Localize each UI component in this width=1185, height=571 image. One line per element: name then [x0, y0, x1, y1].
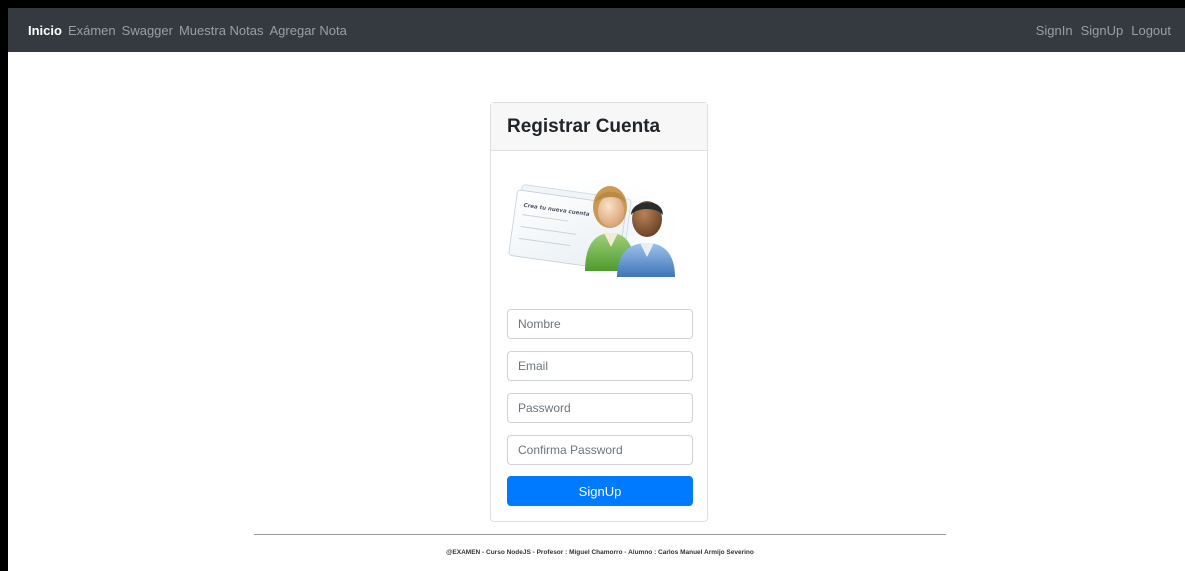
nav-link-signup[interactable]: SignUp — [1081, 23, 1124, 38]
nav-link-muestra-notas[interactable]: Muestra Notas — [179, 23, 264, 38]
nav-link-signin[interactable]: SignIn — [1036, 23, 1073, 38]
nav-link-swagger[interactable]: Swagger — [122, 23, 173, 38]
footer-credits: @EXAMEN - Curso NodeJS - Profesor : Migu… — [446, 549, 754, 556]
confirm-password-field[interactable] — [507, 435, 693, 465]
nombre-field[interactable] — [507, 309, 693, 339]
navbar-left-links: Inicio Exámen Swagger Muestra Notas Agre… — [28, 23, 353, 38]
nav-link-logout[interactable]: Logout — [1131, 23, 1171, 38]
nav-link-inicio[interactable]: Inicio — [28, 23, 62, 38]
nav-link-agregar-nota[interactable]: Agregar Nota — [270, 23, 347, 38]
email-field[interactable] — [507, 351, 693, 381]
card-title: Registrar Cuenta — [507, 115, 661, 137]
footer-divider — [254, 534, 946, 535]
card-header: Registrar Cuenta — [491, 103, 707, 151]
password-field[interactable] — [507, 393, 693, 423]
top-navbar: Inicio Exámen Swagger Muestra Notas Agre… — [8, 8, 1185, 52]
signup-button[interactable]: SignUp — [507, 476, 693, 506]
navbar-right-links: SignIn SignUp Logout — [1028, 23, 1171, 38]
new-account-users-icon: Crea tu nueva cuenta — [508, 173, 687, 277]
nav-link-examen[interactable]: Exámen — [68, 23, 116, 38]
browser-viewport: Inicio Exámen Swagger Muestra Notas Agre… — [8, 8, 1185, 571]
register-card: Registrar Cuenta Crea tu nueva cuenta No… — [490, 102, 708, 522]
